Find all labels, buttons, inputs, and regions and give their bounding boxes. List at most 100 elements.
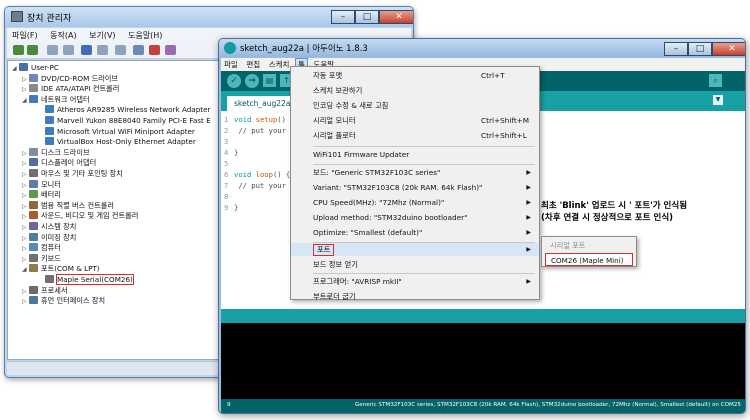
tree-label: 프로세서 [41,285,68,295]
tree-category[interactable]: ▷ 배터리 [22,190,61,200]
tree-category[interactable]: ▷ 프로세서 [22,285,68,297]
tree-category[interactable]: ▷ 디스플레이 어댑터 [22,158,96,168]
expand-arrow-icon[interactable]: ▷ [22,223,29,233]
menu-action[interactable]: 동작(A) [45,28,81,43]
tree-category[interactable]: ◢ 포트(COM & LPT) [22,264,100,274]
tools-menu-item[interactable]: 보드 정보 얻기 [291,258,539,271]
expand-arrow-icon[interactable]: ▷ [22,202,29,212]
tools-dropdown-menu: 자동 포맷 Ctrl+T 스케치 보관하기인코딩 수정 & 새로 고침시리얼 모니터… [290,66,540,303]
tree-device[interactable]: Marvell Yukon 88E8040 Family PCI-E Fast … [38,116,211,126]
tab-sketch[interactable]: sketch_aug22a [227,96,298,111]
properties-icon[interactable] [63,45,74,55]
arduino-close-button[interactable]: ✕ [712,42,745,56]
tools-menu-item[interactable]: 부트로더 굽기 [291,290,539,303]
tree-root-user-pc[interactable]: ◢ User-PC [12,63,59,73]
device-category-icon [29,73,38,82]
close-button[interactable]: ✕ [379,10,413,24]
menu-help[interactable]: 도움말(H) [123,28,167,43]
arduino-minimize-button[interactable]: – [664,42,688,56]
tools-menu-item[interactable]: 인코딩 수정 & 새로 고침 [291,99,539,112]
menu-file[interactable]: 파일(F) [7,28,43,43]
tools-menu-item[interactable]: 시리얼 플로터 Ctrl+Shift+L [291,129,539,142]
upload-arrow-icon[interactable]: → [245,74,259,88]
forward-arrow-icon[interactable] [27,45,38,55]
tree-category[interactable]: ▷ 마우스 및 기타 포인팅 장치 [22,169,123,179]
expand-arrow-icon[interactable]: ▷ [22,170,29,180]
tree-category[interactable]: ▷ IDE ATA/ATAPI 컨트롤러 [22,84,119,94]
tree-category[interactable]: ▷ 디스크 드라이브 [22,147,90,159]
disable-device-icon[interactable] [165,45,176,55]
tree-label: Maple Serial(COM26) [56,274,134,285]
tools-menu-item[interactable]: 스케치 보관하기 [291,84,539,97]
line-number: 5 [224,159,229,168]
serial-monitor-icon[interactable]: ⌕ [709,74,722,87]
expand-arrow-icon[interactable]: ▷ [22,244,29,254]
back-arrow-icon[interactable] [13,45,24,55]
tree-category[interactable]: ▷ 이미징 장치 [22,232,76,244]
expand-arrow-icon[interactable]: ▷ [22,191,29,201]
code-text: void setup() { [234,115,295,124]
code-line: 6 void loop() { [224,170,290,181]
tools-menu-item[interactable]: Optimize: "Smallest (default)" ▶ [291,226,539,239]
expand-arrow-icon[interactable]: ▷ [22,287,29,297]
expand-arrow-icon[interactable]: ▷ [22,75,29,85]
tools-menu-item[interactable]: CPU Speed(MHz): "72Mhz (Normal)" ▶ [291,196,539,209]
expand-arrow-icon[interactable]: ▷ [22,85,29,95]
tree-category[interactable]: ▷ DVD/CD-ROM 드라이브 [22,73,118,85]
tools-menu-item[interactable]: 자동 포맷 Ctrl+T [291,69,539,82]
arduino-menu-sketch[interactable]: 스케치 [266,58,293,71]
arduino-maximize-button[interactable]: □ [688,42,712,56]
tools-menu-item[interactable]: Variant: "STM32F103C8 (20k RAM. 64k Flas… [291,181,539,194]
collapse-arrow-icon[interactable]: ◢ [22,96,29,106]
expand-arrow-icon[interactable]: ▷ [22,297,29,307]
tree-category[interactable]: ▷ 휴먼 인터페이스 장치 [22,296,105,306]
expand-arrow-icon[interactable]: ▷ [22,255,29,265]
tree-label: 디스크 드라이브 [41,147,90,157]
maple-serial-device[interactable]: Maple Serial(COM26) [38,274,134,285]
tree-category[interactable]: ▷ 범용 직렬 버스 컨트롤러 [22,200,114,212]
arduino-menu-edit[interactable]: 편집 [243,58,263,71]
scan-hardware-icon[interactable] [115,45,126,55]
menu-item-label: 자동 포맷 [313,71,343,80]
help-icon[interactable] [81,45,92,55]
collapse-arrow-icon[interactable]: ◢ [12,64,19,74]
port-option-com26[interactable]: COM26 (Maple Mini) [545,253,633,266]
maximize-button[interactable]: □ [355,10,379,24]
tree-device[interactable]: Atheros AR9285 Wireless Network Adapter [38,105,210,115]
tree-category[interactable]: ▷ 컴퓨터 [22,243,61,253]
tools-menu-item[interactable]: 시리얼 모니터 Ctrl+Shift+M [291,114,539,127]
expand-arrow-icon[interactable]: ▷ [22,212,29,222]
expand-arrow-icon[interactable]: ▷ [22,159,29,169]
device-category-icon [29,179,38,188]
tools-menu-item[interactable]: 프로그래머: "AVRISP mkII" ▶ [291,275,539,288]
console-tree-icon[interactable] [47,45,58,55]
tree-device[interactable]: VirtualBox Host-Only Ethernet Adapter [38,137,196,147]
menu-item-port[interactable]: 포트 ▶ [291,243,539,256]
tree-device[interactable]: Microsoft Virtual WiFi Miniport Adapter [38,126,195,137]
menu-view[interactable]: 보기(V) [84,28,120,43]
expand-arrow-icon[interactable]: ▷ [22,149,29,159]
expand-arrow-icon[interactable]: ▷ [22,181,29,191]
tree-label: 배터리 [41,190,61,200]
expand-arrow-icon[interactable]: ▷ [22,234,29,244]
tools-menu-item[interactable]: 보드: "Generic STM32F103C series" ▶ [291,166,539,179]
tree-category[interactable]: ◢ 네트워크 어댑터 [22,94,90,106]
tree-category[interactable]: ▷ 키보드 [22,253,61,265]
minimize-button[interactable]: – [331,10,355,24]
arduino-titlebar: sketch_aug22a | 아두이노 1.8.3 – □ ✕ [219,39,745,57]
tree-category[interactable]: ▷ 모니터 [22,179,61,191]
new-sketch-icon[interactable]: ▤ [263,74,276,87]
tools-menu-item[interactable]: WiFi101 Firmware Updater [291,148,539,161]
arduino-menu-file[interactable]: 파일 [221,58,241,71]
collapse-arrow-icon[interactable]: ◢ [22,265,29,275]
tools-menu-item[interactable]: Upload method: "STM32duino bootloader" ▶ [291,211,539,224]
tab-menu-chevron-down-icon[interactable]: ▼ [713,95,723,105]
uninstall-icon[interactable] [149,45,160,55]
update-driver-icon[interactable] [133,45,144,55]
tree-category[interactable]: ▷ 시스템 장치 [22,222,76,232]
tree-category[interactable]: ▷ 사운드, 비디오 및 게임 컨트롤러 [22,211,138,221]
code-line: 8 [224,192,234,203]
view-icon[interactable] [97,45,108,55]
message-area [221,309,745,323]
verify-check-icon[interactable]: ✓ [227,74,241,88]
